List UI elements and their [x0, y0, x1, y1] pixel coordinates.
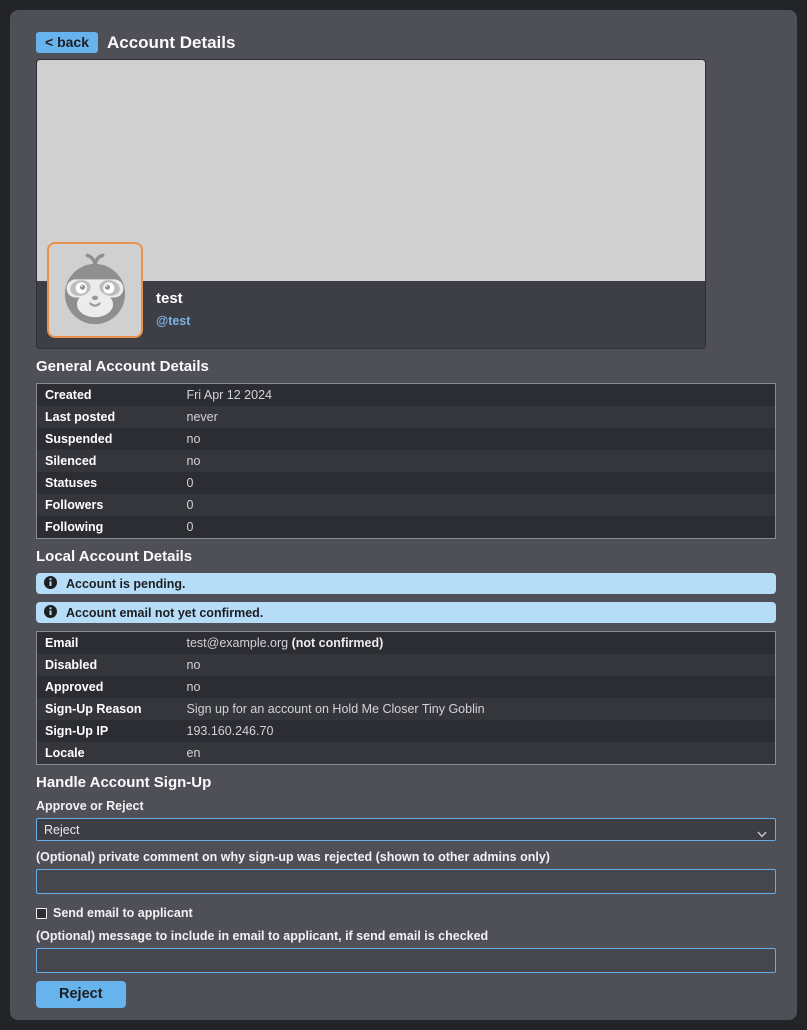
- private-comment-label: (Optional) private comment on why sign-u…: [36, 850, 776, 864]
- row-value: 0: [187, 472, 776, 494]
- page-header: < back Account Details: [36, 32, 776, 53]
- row-label: Last posted: [37, 406, 187, 428]
- row-label: Disabled: [37, 654, 187, 676]
- row-value: Sign up for an account on Hold Me Closer…: [187, 698, 776, 720]
- row-value: 0: [187, 516, 776, 539]
- approve-reject-label: Approve or Reject: [36, 799, 776, 813]
- handle-signup-heading: Handle Account Sign-Up: [36, 774, 776, 791]
- row-value: never: [187, 406, 776, 428]
- pending-info-banner: Account is pending.: [36, 573, 776, 594]
- table-row: Suspended no: [37, 428, 776, 450]
- row-label: Sign-Up Reason: [37, 698, 187, 720]
- table-row: Created Fri Apr 12 2024: [37, 384, 776, 407]
- profile-card: test @test: [36, 59, 706, 349]
- account-details-panel: < back Account Details test @test: [10, 10, 797, 1020]
- row-label: Sign-Up IP: [37, 720, 187, 742]
- send-email-checkbox[interactable]: [36, 908, 47, 919]
- row-label: Created: [37, 384, 187, 407]
- info-icon: [44, 576, 57, 592]
- row-label: Statuses: [37, 472, 187, 494]
- row-value: en: [187, 742, 776, 765]
- row-label: Email: [37, 632, 187, 655]
- row-label: Silenced: [37, 450, 187, 472]
- profile-display-name: test: [156, 290, 705, 307]
- row-value: no: [187, 676, 776, 698]
- row-value: no: [187, 654, 776, 676]
- banner-text: Account is pending.: [66, 577, 185, 591]
- row-value: Fri Apr 12 2024: [187, 384, 776, 407]
- table-row: Disabled no: [37, 654, 776, 676]
- private-comment-input[interactable]: [36, 869, 776, 894]
- table-row: Followers 0: [37, 494, 776, 516]
- email-unconfirmed-info-banner: Account email not yet confirmed.: [36, 602, 776, 623]
- row-label: Suspended: [37, 428, 187, 450]
- send-email-label: Send email to applicant: [53, 906, 193, 920]
- info-icon: [44, 605, 57, 621]
- email-message-label: (Optional) message to include in email t…: [36, 929, 776, 943]
- local-details-heading: Local Account Details: [36, 548, 776, 565]
- row-value: no: [187, 428, 776, 450]
- send-email-row: Send email to applicant: [36, 906, 776, 920]
- table-row: Sign-Up Reason Sign up for an account on…: [37, 698, 776, 720]
- general-details-table: Created Fri Apr 12 2024 Last posted neve…: [36, 383, 776, 539]
- row-value: no: [187, 450, 776, 472]
- table-row: Sign-Up IP 193.160.246.70: [37, 720, 776, 742]
- table-row: Last posted never: [37, 406, 776, 428]
- reject-button[interactable]: Reject: [36, 981, 126, 1008]
- not-confirmed-flag: (not confirmed): [292, 636, 384, 650]
- row-label: Locale: [37, 742, 187, 765]
- row-label: Followers: [37, 494, 187, 516]
- back-button[interactable]: < back: [36, 32, 98, 53]
- page-title: Account Details: [107, 33, 235, 53]
- table-row: Silenced no: [37, 450, 776, 472]
- approve-reject-select[interactable]: Reject: [36, 818, 776, 841]
- email-message-input[interactable]: [36, 948, 776, 973]
- sloth-avatar-icon: [52, 245, 138, 336]
- table-row: Email test@example.org (not confirmed): [37, 632, 776, 655]
- banner-text: Account email not yet confirmed.: [66, 606, 263, 620]
- table-row: Statuses 0: [37, 472, 776, 494]
- table-row: Approved no: [37, 676, 776, 698]
- row-value: test@example.org (not confirmed): [187, 632, 776, 655]
- row-label: Approved: [37, 676, 187, 698]
- profile-username: @test: [156, 314, 705, 328]
- handle-signup-form: Handle Account Sign-Up Approve or Reject…: [36, 774, 776, 1008]
- local-details-table: Email test@example.org (not confirmed) D…: [36, 631, 776, 765]
- row-label: Following: [37, 516, 187, 539]
- table-row: Following 0: [37, 516, 776, 539]
- table-row: Locale en: [37, 742, 776, 765]
- general-details-heading: General Account Details: [36, 358, 776, 375]
- avatar: [47, 242, 143, 338]
- row-value: 0: [187, 494, 776, 516]
- row-value: 193.160.246.70: [187, 720, 776, 742]
